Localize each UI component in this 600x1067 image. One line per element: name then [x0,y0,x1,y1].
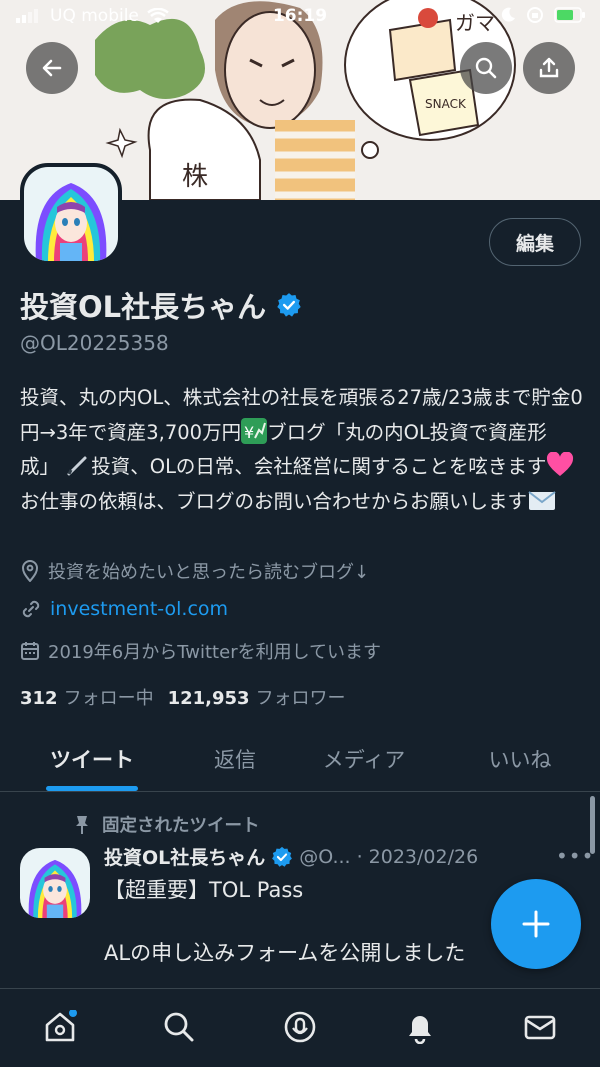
profile-bio: 投資、丸の内OL、株式会社の社長を頑張る27歳/23歳まで貯金0円→3年で資産3… [20,381,585,519]
nav-search[interactable] [159,1007,199,1047]
tweet-date: · 2023/02/26 [356,845,479,868]
avatar-image [24,167,118,261]
heart-emoji-icon [546,451,574,478]
calendar-icon [21,642,39,660]
link-icon [22,600,40,618]
battery-icon [554,7,585,23]
profile-joined: 2019年6月からTwitterを利用しています [20,638,381,664]
search-button[interactable] [460,42,512,94]
profile-location: 投資を始めたいと思ったら読むブログ↓ [20,558,369,584]
svg-text:¥: ¥ [244,423,254,442]
pen-emoji-icon [65,455,91,478]
location-pin-icon [21,560,39,582]
nav-messages[interactable] [520,1007,560,1047]
pinned-indicator: 固定されたツイート [74,812,260,837]
messages-icon [524,1015,556,1040]
tweet-header: 投資OL社長ちゃん @O... · 2023/02/26 [104,843,478,870]
joined-text: 2019年6月からTwitterを利用しています [48,642,382,663]
tweet-author-name[interactable]: 投資OL社長ちゃん [104,843,265,870]
location-text: 投資を始めたいと思ったら読むブログ↓ [48,562,370,583]
svg-text:SNACK: SNACK [425,97,467,111]
tweet-author-handle: @O... [299,845,351,868]
tab-replies[interactable]: 返信 [180,728,290,790]
nav-notifications[interactable] [400,1007,440,1047]
profile-tabs: ツイート 返信 メディア いいね [0,728,600,792]
spaces-icon [284,1011,316,1043]
followers-count: 121,953 [167,688,250,709]
following-label: フォロー中 [63,688,154,709]
profile-website[interactable]: investment-ol.com [20,598,228,620]
following-link[interactable]: 312 フォロー中 [20,684,154,710]
profile-avatar[interactable] [20,163,122,265]
notifications-icon [409,1016,431,1044]
tab-likes[interactable]: いいね [462,728,578,790]
moon-icon [501,7,515,22]
verified-badge-icon [272,846,293,867]
tweet-text-line2: ALの申し込みフォームを公開しました [104,941,466,965]
share-button[interactable] [523,42,575,94]
search-icon [164,1012,194,1042]
profile-handle: @OL20225358 [20,331,169,355]
profile-name-row: 投資OL社長ちゃん [20,284,302,326]
plus-icon [522,910,550,938]
following-count: 312 [20,688,58,709]
share-icon [539,57,559,78]
tweet-text-line1: 【超重要】TOL Pass [104,878,304,902]
profile-name: 投資OL社長ちゃん [20,290,267,324]
tab-media[interactable]: メディア [300,728,428,790]
bio-text: 投資、OLの日常、会社経営に関することを呟きます [91,455,547,478]
svg-text:株: 株 [182,162,208,192]
home-icon [45,1010,77,1042]
chart-emoji-icon: ¥ [241,417,268,444]
status-bar: UQ mobile 16:19 [0,0,600,36]
edit-profile-button[interactable]: 編集 [489,218,581,266]
verified-badge-icon [277,293,301,317]
nav-spaces[interactable] [280,1007,320,1047]
website-link[interactable]: investment-ol.com [50,598,228,620]
scrollbar[interactable] [590,796,595,854]
follow-counts: 312 フォロー中 121,953 フォロワー [20,684,346,710]
followers-label: フォロワー [255,688,346,709]
tweet-author-avatar[interactable] [20,848,90,918]
rotation-lock-icon [527,7,543,23]
search-icon [475,57,497,79]
pin-icon [76,815,88,834]
active-tab-indicator [46,786,138,791]
followers-link[interactable]: 121,953 フォロワー [168,684,346,710]
bio-text: お仕事の依頼は、ブログのお問い合わせからお願いします [20,489,528,513]
pinned-label: 固定されたツイート [102,816,260,836]
nav-home[interactable] [40,1007,80,1047]
tab-tweets[interactable]: ツイート [30,728,154,790]
more-options-icon[interactable]: ••• [556,844,594,868]
compose-tweet-button[interactable] [491,879,581,969]
envelope-emoji-icon [527,490,557,513]
bottom-navigation [0,988,600,1067]
back-button[interactable] [26,42,78,94]
arrow-left-icon [42,59,62,77]
avatar-image [20,848,90,918]
